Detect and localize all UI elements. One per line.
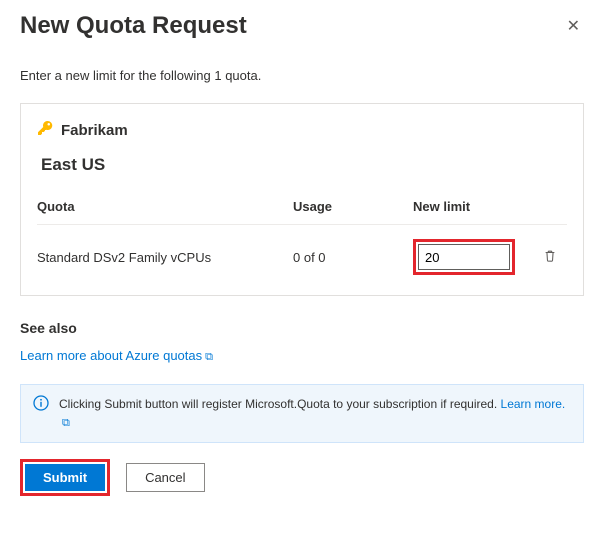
column-header-usage: Usage [293, 199, 413, 214]
table-header: Quota Usage New limit [37, 199, 567, 225]
key-icon [37, 120, 53, 141]
highlight-limit [413, 239, 515, 275]
see-also-heading: See also [20, 320, 584, 336]
link-text: Learn more about Azure quotas [20, 348, 202, 363]
subscription-name: Fabrikam [61, 122, 128, 139]
info-icon [33, 395, 49, 432]
quota-usage: 0 of 0 [293, 250, 413, 265]
info-text: Clicking Submit button will register Mic… [59, 397, 497, 411]
column-header-quota: Quota [37, 199, 293, 214]
column-header-limit: New limit [413, 199, 543, 214]
submit-button[interactable]: Submit [25, 464, 105, 491]
table-row: Standard DSv2 Family vCPUs 0 of 0 [37, 225, 567, 275]
page-title: New Quota Request [20, 12, 247, 40]
info-link-text: Learn more. [501, 397, 566, 411]
info-banner: Clicking Submit button will register Mic… [20, 384, 584, 443]
intro-text: Enter a new limit for the following 1 qu… [20, 68, 584, 83]
external-link-icon: ⧉ [205, 351, 213, 364]
cancel-button[interactable]: Cancel [126, 463, 204, 492]
trash-icon[interactable] [543, 251, 557, 266]
quota-panel: Fabrikam East US Quota Usage New limit S… [20, 103, 584, 296]
learn-more-quotas-link[interactable]: Learn more about Azure quotas⧉ [20, 348, 213, 363]
quota-name: Standard DSv2 Family vCPUs [37, 250, 293, 265]
close-icon[interactable]: ✕ [563, 12, 584, 40]
new-limit-input[interactable] [418, 244, 510, 270]
highlight-submit: Submit [20, 459, 110, 496]
region-label: East US [41, 155, 567, 175]
external-link-icon: ⧉ [62, 415, 70, 432]
